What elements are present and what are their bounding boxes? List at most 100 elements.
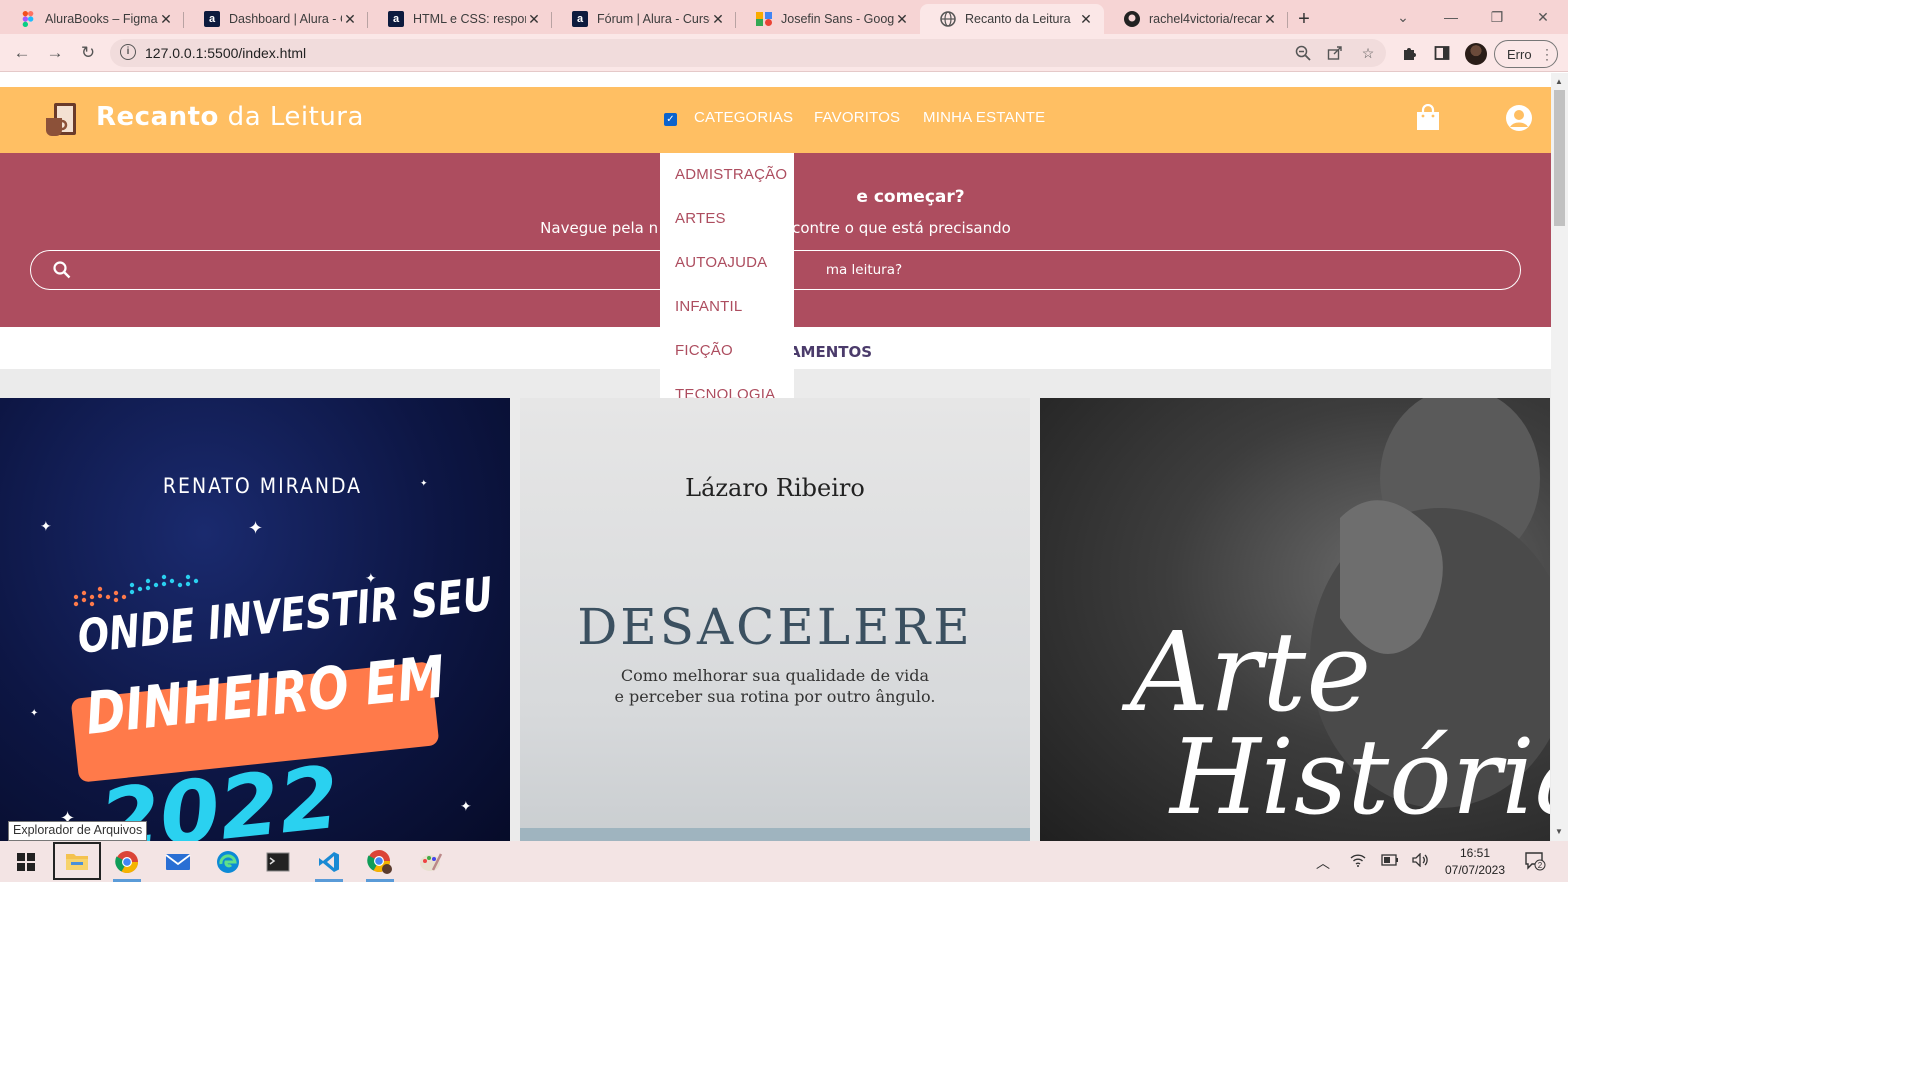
tab-label: Josefin Sans - Google — [781, 12, 894, 26]
edge-icon[interactable] — [208, 845, 248, 879]
taskbar-tooltip: Explorador de Arquivos — [8, 821, 148, 841]
logo-bold: Recanto — [96, 102, 219, 132]
category-ficcao[interactable]: FICÇÃO — [675, 342, 733, 359]
book-cup-logo-icon — [46, 103, 76, 136]
show-hidden-icons-chevron-icon[interactable]: ︿ — [1316, 853, 1330, 873]
close-icon[interactable]: ✕ — [1078, 11, 1094, 28]
chrome-profile-icon[interactable] — [360, 845, 400, 882]
share-icon[interactable] — [1326, 44, 1344, 62]
launches-title-text: AMENTOS — [788, 343, 873, 361]
browser-tab-bar: AluraBooks – Figma ✕ a Dashboard | Alura… — [0, 0, 1568, 34]
profile-error-button[interactable]: Erro · · · — [1494, 40, 1558, 68]
google-fonts-icon — [756, 11, 772, 27]
hero-subtitle-right: contre o que está precisando — [792, 219, 1011, 237]
forward-button[interactable]: → — [42, 40, 68, 66]
category-tecnologia[interactable]: TECNOLOGIA — [675, 386, 775, 398]
nav-favorites[interactable]: FAVORITOS — [814, 109, 900, 126]
tab-google-fonts[interactable]: Josefin Sans - Google ✕ — [736, 4, 920, 34]
zoom-icon[interactable] — [1294, 44, 1312, 62]
site-header: Recanto da Leitura ✓ CATEGORIAS FAVORITO… — [0, 87, 1551, 153]
category-autoajuda[interactable]: AUTOAJUDA — [675, 254, 767, 271]
new-tab-button[interactable]: + — [1288, 4, 1320, 34]
tab-label: AluraBooks – Figma — [45, 12, 158, 26]
globe-icon — [940, 11, 956, 27]
cover-subtitle-2: e perceber sua rotina por outro ângulo. — [614, 687, 936, 706]
windows-start-icon[interactable] — [6, 845, 46, 879]
cover-author: RENATO MIRANDA — [162, 474, 363, 498]
tab-alura-forum[interactable]: a Fórum | Alura - Curso ✕ — [552, 4, 736, 34]
page-scrollbar[interactable]: ▲ ▼ — [1551, 73, 1568, 841]
profile-avatar[interactable] — [1465, 43, 1487, 65]
figma-icon — [20, 11, 36, 27]
book-cover-investir[interactable]: ✦ ✦ ✦ ✦ ✦ ✦ ✦ RENATO MIRANDA ONDE INVEST… — [0, 398, 510, 841]
cover-author: Lázaro Ribeiro — [685, 474, 865, 502]
category-admistracao[interactable]: ADMISTRAÇÃO — [675, 166, 787, 183]
battery-icon[interactable] — [1381, 853, 1399, 869]
windows-taskbar: ︿ 16:51 07/07/2023 2 — [0, 841, 1568, 882]
user-account-icon[interactable] — [1505, 104, 1533, 132]
star-icon: ✦ — [460, 798, 472, 814]
file-explorer-icon[interactable] — [53, 842, 101, 880]
close-icon[interactable]: ✕ — [1262, 11, 1278, 28]
tab-github[interactable]: rachel4victoria/recant ✕ — [1104, 4, 1288, 34]
bookmark-star-icon[interactable]: ☆ — [1359, 44, 1377, 62]
close-icon[interactable]: ✕ — [158, 11, 174, 28]
category-infantil[interactable]: INFANTIL — [675, 298, 742, 315]
sea-horizon — [520, 828, 1030, 841]
tab-label: Fórum | Alura - Curso — [597, 12, 710, 26]
system-clock[interactable]: 16:51 07/07/2023 — [1440, 845, 1510, 879]
notifications-icon[interactable]: 2 — [1524, 851, 1546, 874]
star-icon: ✦ — [248, 518, 264, 538]
site-logo[interactable]: Recanto da Leitura — [96, 102, 364, 132]
tab-label: Dashboard | Alura - C — [229, 12, 342, 26]
reload-button[interactable]: ↻ — [75, 40, 101, 66]
tab-recanto-da-leitura[interactable]: Recanto da Leitura ✕ — [920, 4, 1104, 34]
tab-alura-html-css[interactable]: a HTML e CSS: responsi ✕ — [368, 4, 552, 34]
minimize-button[interactable]: — — [1428, 0, 1474, 34]
close-icon[interactable]: ✕ — [894, 11, 910, 28]
logo-rest: da Leitura — [218, 102, 364, 132]
back-button[interactable]: ← — [9, 40, 35, 66]
star-icon: ✦ — [30, 708, 39, 719]
nav-categories[interactable]: CATEGORIAS — [694, 109, 793, 126]
tab-alurabooks-figma[interactable]: AluraBooks – Figma ✕ — [0, 4, 184, 34]
restore-button[interactable]: ❐ — [1474, 0, 1520, 34]
book-cover-arte-historia[interactable]: Arte História — [1040, 398, 1550, 841]
paint-icon[interactable] — [411, 845, 451, 879]
vscode-icon[interactable] — [309, 845, 349, 882]
wifi-icon[interactable] — [1350, 853, 1366, 870]
search-placeholder-text: ma leitura? — [825, 262, 903, 278]
book-cover-desacelere[interactable]: Lázaro Ribeiro DESACELERE Como melhorar … — [520, 398, 1030, 841]
scroll-down-arrow-icon[interactable]: ▼ — [1555, 827, 1563, 836]
scrollbar-thumb[interactable] — [1554, 90, 1565, 226]
github-icon — [1124, 11, 1140, 27]
shopping-bag-icon[interactable] — [1415, 104, 1441, 132]
cover-subtitle-1: Como melhorar sua qualidade de vida — [620, 666, 930, 685]
side-panel-icon[interactable] — [1432, 43, 1452, 63]
tab-label: rachel4victoria/recant — [1149, 12, 1262, 26]
address-bar[interactable]: i 127.0.0.1:5500/index.html ☆ — [110, 39, 1386, 67]
menu-dots-icon: · · · — [1545, 42, 1549, 66]
volume-icon[interactable] — [1412, 852, 1430, 870]
chrome-icon[interactable] — [107, 845, 147, 882]
close-icon[interactable]: ✕ — [342, 11, 358, 28]
tab-search-icon[interactable]: ⌄ — [1380, 0, 1426, 34]
page-viewport: Recanto da Leitura ✓ CATEGORIAS FAVORITO… — [0, 73, 1568, 841]
scroll-up-arrow-icon[interactable]: ▲ — [1555, 77, 1563, 86]
close-window-button[interactable]: ✕ — [1520, 0, 1566, 34]
notifications-count: 2 — [1538, 861, 1543, 870]
profile-error-label: Erro — [1507, 46, 1532, 62]
close-icon[interactable]: ✕ — [526, 11, 542, 28]
url-text: 127.0.0.1:5500/index.html — [145, 45, 307, 61]
close-icon[interactable]: ✕ — [710, 11, 726, 28]
tab-alura-dashboard[interactable]: a Dashboard | Alura - C ✕ — [184, 4, 368, 34]
site-info-icon[interactable]: i — [120, 44, 136, 60]
alura-icon: a — [204, 11, 220, 27]
terminal-icon[interactable] — [258, 845, 298, 879]
category-artes[interactable]: ARTES — [675, 210, 726, 227]
mail-icon[interactable] — [158, 845, 198, 879]
extensions-icon[interactable] — [1400, 43, 1420, 63]
nav-my-shelf[interactable]: MINHA ESTANTE — [923, 109, 1045, 126]
clock-time: 16:51 — [1459, 846, 1491, 860]
categories-checkbox[interactable]: ✓ — [664, 113, 677, 126]
